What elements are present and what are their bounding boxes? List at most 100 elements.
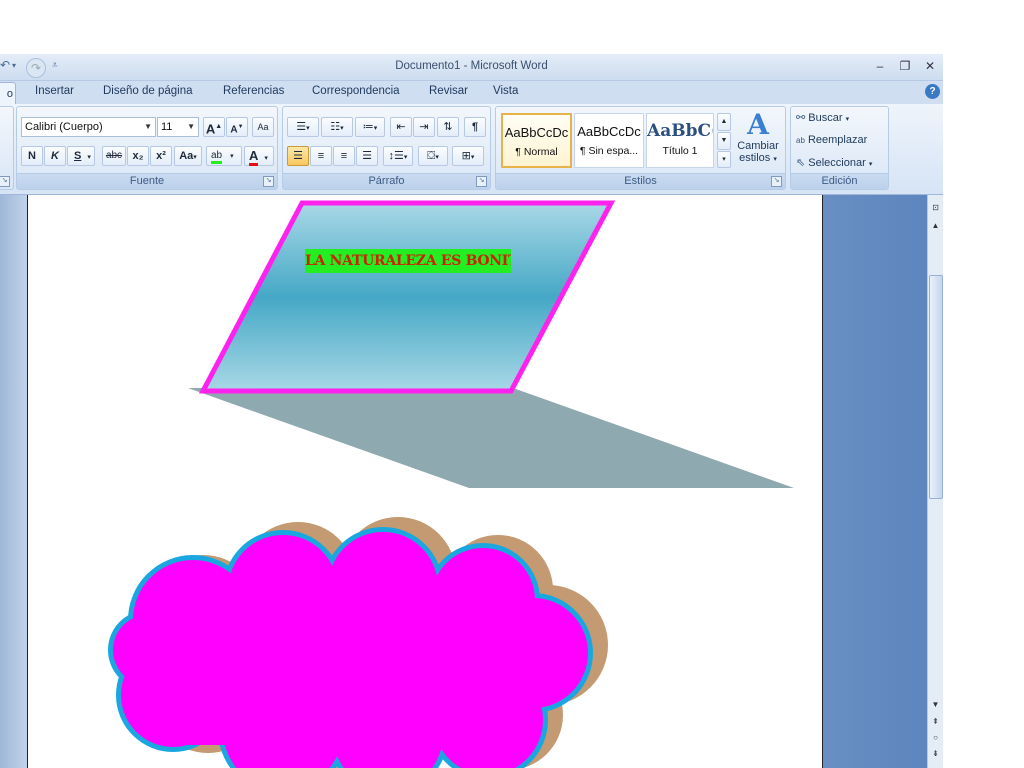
style-sin-espaciado[interactable]: AaBbCcDc ¶ Sin espa... (574, 113, 644, 168)
replace-button[interactable]: ab Reemplazar (796, 134, 867, 150)
bullets-button[interactable]: ☰▾ (287, 117, 319, 137)
align-left-button[interactable]: ☰ (287, 146, 309, 166)
styles-scroll-up-button[interactable]: ▲ (717, 113, 731, 131)
replace-label: Reemplazar (807, 134, 868, 146)
superscript-button[interactable]: x² (150, 146, 172, 166)
scroll-up-button[interactable]: ▲ (928, 219, 943, 233)
bullets-icon: ☰ (296, 121, 307, 133)
group-label-parrafo: Párrafo (283, 173, 490, 189)
font-size-combo[interactable]: 11 ▼ (157, 117, 199, 137)
next-page-button[interactable]: ⇟ (928, 747, 943, 761)
line-spacing-button[interactable]: ↕☰▾ (383, 146, 413, 166)
close-button[interactable]: ✕ (918, 57, 942, 75)
chevron-down-icon: ▼ (187, 122, 195, 131)
help-icon[interactable]: ? (925, 84, 940, 99)
chevron-down-icon: ▼ (144, 122, 152, 131)
scroll-down-button[interactable]: ▼ (928, 698, 943, 712)
justify-button[interactable]: ☰ (356, 146, 378, 166)
tab-revisar[interactable]: Revisar (429, 85, 468, 97)
font-name-combo[interactable]: Calibri (Cuerpo) ▼ (21, 117, 156, 137)
previous-page-button[interactable]: ⇞ (928, 715, 943, 729)
tab-referencias[interactable]: Referencias (223, 85, 284, 97)
subscript-button[interactable]: x₂ (127, 146, 149, 166)
restore-button[interactable]: ❐ (893, 57, 917, 75)
change-styles-button[interactable]: A Cambiar estilos ▾ (734, 110, 782, 172)
estilos-launcher-icon[interactable]: ↘ (771, 176, 782, 187)
style-titulo-1[interactable]: AaBbC( Título 1 (646, 113, 714, 168)
fuente-launcher-icon[interactable]: ↘ (263, 176, 274, 187)
align-center-icon: ≡ (317, 150, 325, 162)
document-page[interactable]: LA NATURALEZA ES BONITA (27, 195, 823, 768)
style-name: ¶ Sin espa... (579, 145, 639, 157)
desktop-background (943, 0, 1024, 768)
change-styles-label: Cambiar (737, 140, 779, 152)
change-case-icon: Aa (179, 150, 194, 162)
grow-font-button[interactable]: A▲ (203, 117, 225, 137)
italic-button[interactable]: K (44, 146, 66, 166)
cloud-shape[interactable] (108, 527, 593, 768)
bold-button[interactable]: N (21, 146, 43, 166)
sort-button[interactable]: ⇅ (437, 117, 459, 137)
group-label-estilos: Estilos (496, 173, 785, 189)
find-button[interactable]: ⚯ Buscar ▾ (796, 111, 849, 127)
style-sample: AaBbCcDc (504, 125, 569, 140)
parallelogram-shadow (188, 388, 794, 488)
font-name-value: Calibri (Cuerpo) (25, 121, 103, 133)
clear-format-button[interactable]: Aa (252, 117, 274, 137)
minimize-button[interactable]: – (868, 57, 892, 75)
cursor-arrow-icon: ⇖ (796, 157, 806, 169)
parrafo-launcher-icon[interactable]: ↘ (476, 176, 487, 187)
pilcrow-icon: ¶ (471, 121, 479, 133)
vertical-scrollbar[interactable]: ⊡ ▲ ▼ ⇞ ○ ⇟ (927, 195, 944, 768)
title-bar: ↶ ▾ ↷ ⩡ Documento1 - Microsoft Word – ❐ … (0, 54, 943, 81)
font-size-value: 11 (161, 121, 173, 133)
group-label-edicion: Edición (791, 173, 888, 189)
font-color-button[interactable]: A ▾ (244, 146, 274, 166)
tab-correspondencia[interactable]: Correspondencia (312, 85, 400, 97)
browse-object-button[interactable]: ○ (928, 731, 943, 745)
parallelogram-shape[interactable] (198, 200, 616, 394)
tab-inicio[interactable]: o (0, 82, 16, 104)
tab-vista[interactable]: Vista (493, 85, 518, 97)
increase-indent-icon: ⇥ (419, 121, 429, 133)
line-spacing-icon: ↕☰ (388, 150, 404, 162)
show-marks-button[interactable]: ¶ (464, 117, 486, 137)
group-portapapeles: ↘ (0, 106, 14, 190)
shading-button[interactable]: ⛋▾ (418, 146, 448, 166)
style-sample: AaBbCcDc (577, 124, 641, 139)
window-title: Documento1 - Microsoft Word (395, 60, 548, 72)
justify-icon: ☰ (362, 150, 372, 162)
styles-scroll-down-button[interactable]: ▼ (717, 132, 731, 150)
styles-more-button[interactable]: ▾ (717, 151, 731, 168)
align-center-button[interactable]: ≡ (310, 146, 332, 166)
multilevel-list-button[interactable]: ≔▾ (355, 117, 385, 137)
style-normal[interactable]: AaBbCcDc ¶ Normal (501, 113, 572, 168)
ruler-toggle-icon[interactable]: ⊡ (928, 201, 943, 215)
find-label: Buscar (808, 112, 843, 124)
borders-button[interactable]: ⊞▾ (452, 146, 484, 166)
change-case-button[interactable]: Aa▾ (174, 146, 202, 166)
numbering-button[interactable]: ☷▾ (321, 117, 353, 137)
tab-diseno-pagina[interactable]: Diseño de página (103, 85, 193, 97)
style-name: Título 1 (662, 145, 698, 157)
shrink-font-icon: A (230, 124, 238, 136)
portapapeles-launcher-icon[interactable]: ↘ (0, 176, 10, 187)
tab-insertar[interactable]: Insertar (35, 85, 74, 97)
decrease-indent-button[interactable]: ⇤ (390, 117, 412, 137)
group-label-fuente: Fuente (17, 173, 277, 189)
increase-indent-button[interactable]: ⇥ (413, 117, 435, 137)
highlight-icon: ab (211, 150, 223, 164)
decrease-indent-icon: ⇤ (396, 121, 406, 133)
shrink-font-button[interactable]: A▼ (226, 117, 248, 137)
font-color-icon: A (249, 148, 259, 166)
align-right-button[interactable]: ≡ (333, 146, 355, 166)
change-styles-label-2: estilos ▾ (739, 152, 777, 164)
scroll-thumb[interactable] (929, 275, 943, 499)
highlight-button[interactable]: ab ▾ (206, 146, 242, 166)
style-name: ¶ Normal (515, 146, 558, 158)
wordart-text[interactable]: LA NATURALEZA ES BONITA (305, 249, 511, 273)
strikethrough-button[interactable]: abc (102, 146, 126, 166)
select-button[interactable]: ⇖ Seleccionar ▾ (796, 156, 872, 172)
underline-button[interactable]: S ▾ (67, 146, 95, 166)
select-label: Seleccionar (808, 157, 866, 169)
